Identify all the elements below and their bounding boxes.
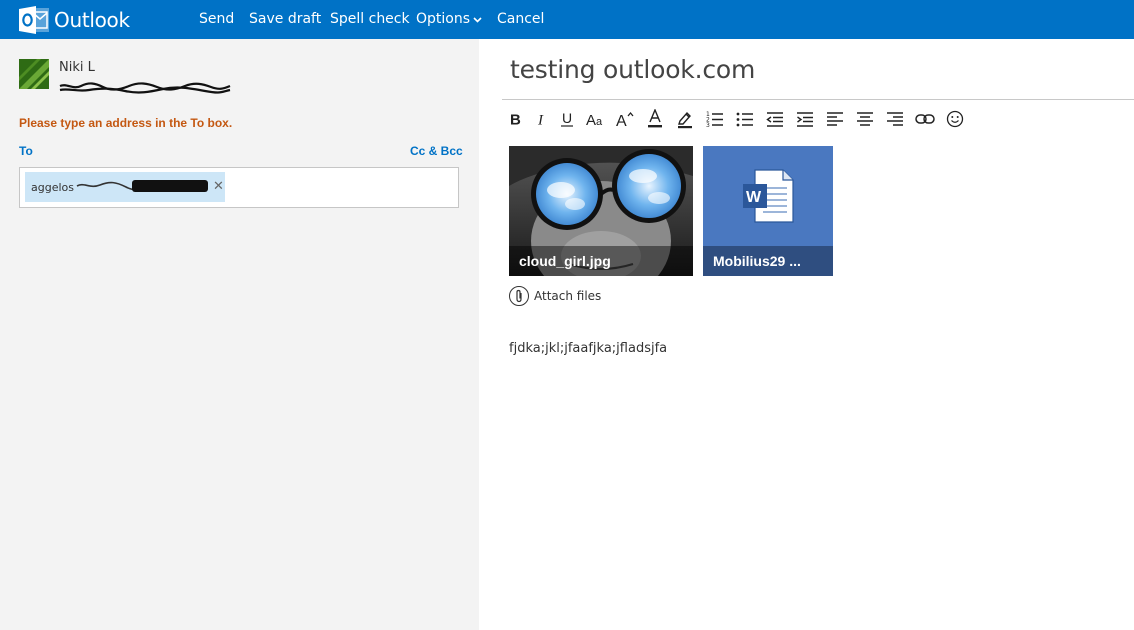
font-size-icon[interactable]: Aa <box>582 107 608 131</box>
attachment-mobilius-doc[interactable]: W Mobilius29 ... <box>703 146 833 276</box>
svg-text:I: I <box>537 113 544 127</box>
svg-text:a: a <box>596 116 603 127</box>
redacted-sender-email <box>59 79 231 94</box>
bold-icon[interactable]: B <box>502 107 528 131</box>
link-icon[interactable] <box>912 107 938 131</box>
outlook-brand-name: Outlook <box>54 7 130 32</box>
options-label: Options <box>416 11 471 27</box>
emoji-icon[interactable] <box>942 107 968 131</box>
align-center-icon[interactable] <box>852 107 878 131</box>
attachment-cloud-girl[interactable]: cloud_girl.jpg <box>509 146 693 276</box>
options-menu-button[interactable]: Options <box>416 11 482 27</box>
cancel-button[interactable]: Cancel <box>497 11 544 27</box>
outlook-logo-icon <box>19 5 51 35</box>
attachment-name: cloud_girl.jpg <box>509 246 693 276</box>
italic-icon[interactable]: I <box>528 107 554 131</box>
svg-text:A: A <box>616 113 627 128</box>
bulleted-list-icon[interactable] <box>732 107 758 131</box>
spell-check-button[interactable]: Spell check <box>330 11 410 27</box>
top-command-bar: Outlook Send Save draft Spell check Opti… <box>0 0 1134 39</box>
message-body[interactable]: fjdka;jkl;jfaafjka;jfladsjfa <box>509 341 667 356</box>
to-field[interactable]: aggelos ✕ <box>19 167 459 208</box>
remove-recipient-icon[interactable]: ✕ <box>213 179 224 194</box>
recipients-pane: Niki L Please type an address in the To … <box>0 39 479 630</box>
font-color-icon[interactable] <box>642 107 668 131</box>
recipient-chip[interactable]: aggelos ✕ <box>25 172 225 202</box>
redacted-recipient-address <box>76 179 211 196</box>
svg-text:W: W <box>746 189 762 206</box>
align-left-icon[interactable] <box>822 107 848 131</box>
decrease-indent-icon[interactable] <box>762 107 788 131</box>
svg-text:B: B <box>510 112 521 126</box>
svg-text:3: 3 <box>706 122 710 128</box>
subject-divider <box>502 99 1134 100</box>
subject-field[interactable]: testing outlook.com <box>510 55 755 84</box>
chevron-down-icon <box>473 16 482 23</box>
recipient-chip-label: aggelos <box>31 180 74 194</box>
highlight-icon[interactable] <box>672 107 698 131</box>
attachment-name: Mobilius29 ... <box>703 246 833 276</box>
svg-text:U: U <box>562 111 572 126</box>
numbered-list-icon[interactable]: 123 <box>702 107 728 131</box>
underline-icon[interactable]: U <box>554 107 580 131</box>
attach-files-label: Attach files <box>534 289 602 303</box>
avatar <box>19 59 49 89</box>
to-label[interactable]: To <box>19 144 33 158</box>
cc-bcc-link[interactable]: Cc & Bcc <box>410 144 463 158</box>
paperclip-icon <box>509 286 529 306</box>
grow-font-icon[interactable]: A <box>612 107 638 131</box>
svg-text:A: A <box>586 112 596 127</box>
send-button[interactable]: Send <box>199 11 234 27</box>
attach-files-button[interactable]: Attach files <box>509 286 601 306</box>
sender-name: Niki L <box>59 60 95 75</box>
align-right-icon[interactable] <box>882 107 908 131</box>
save-draft-button[interactable]: Save draft <box>249 11 321 27</box>
outlook-brand[interactable]: Outlook <box>19 0 199 39</box>
address-error-message: Please type an address in the To box. <box>19 116 233 130</box>
word-document-icon: W <box>743 169 794 223</box>
increase-indent-icon[interactable] <box>792 107 818 131</box>
